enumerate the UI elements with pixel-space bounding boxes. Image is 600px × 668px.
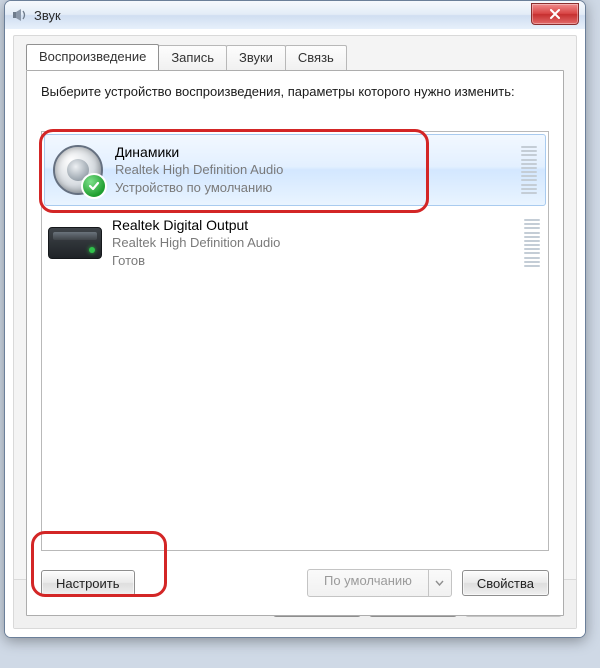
tab-sounds[interactable]: Звуки [226,45,286,71]
default-check-icon [81,173,107,199]
speaker-icon [51,143,105,197]
tab-communications[interactable]: Связь [285,45,347,71]
device-list[interactable]: Динамики Realtek High Definition Audio У… [41,131,549,551]
configure-button[interactable]: Настроить [41,570,135,596]
level-meter-icon [524,219,540,267]
device-driver: Realtek High Definition Audio [112,234,524,252]
set-default-label: По умолчанию [308,570,428,596]
device-row-digital-output[interactable]: Realtek Digital Output Realtek High Defi… [42,208,548,279]
instruction-text: Выберите устройство воспроизведения, пар… [41,83,549,101]
close-button[interactable] [531,3,579,25]
device-name: Динамики [115,143,521,161]
set-default-dropdown[interactable]: По умолчанию [307,569,452,597]
device-row-speakers[interactable]: Динамики Realtek High Definition Audio У… [44,134,546,206]
chevron-down-icon [428,570,451,596]
digital-output-icon [48,216,102,270]
device-meta: Realtek Digital Output Realtek High Defi… [112,216,524,270]
tab-page-playback: Выберите устройство воспроизведения, пар… [26,70,564,616]
device-meta: Динамики Realtek High Definition Audio У… [115,143,521,197]
level-meter-icon [521,146,537,194]
client-area: Воспроизведение Запись Звуки Связь Выбер… [5,29,585,637]
titlebar: Звук [5,1,585,30]
client-inner: Воспроизведение Запись Звуки Связь Выбер… [13,35,577,629]
tab-playback[interactable]: Воспроизведение [26,44,159,70]
device-driver: Realtek High Definition Audio [115,161,521,179]
device-status: Готов [112,252,524,270]
properties-button[interactable]: Свойства [462,570,549,596]
sound-app-icon [12,7,28,23]
device-button-row: Настроить По умолчанию Свойства [41,569,549,597]
tab-recording[interactable]: Запись [158,45,227,71]
tabstrip: Воспроизведение Запись Звуки Связь [26,44,346,70]
sound-dialog: Звук Воспроизведение Запись Звуки Связь [4,0,586,638]
device-name: Realtek Digital Output [112,216,524,234]
device-status: Устройство по умолчанию [115,179,521,197]
window-title: Звук [34,8,61,23]
